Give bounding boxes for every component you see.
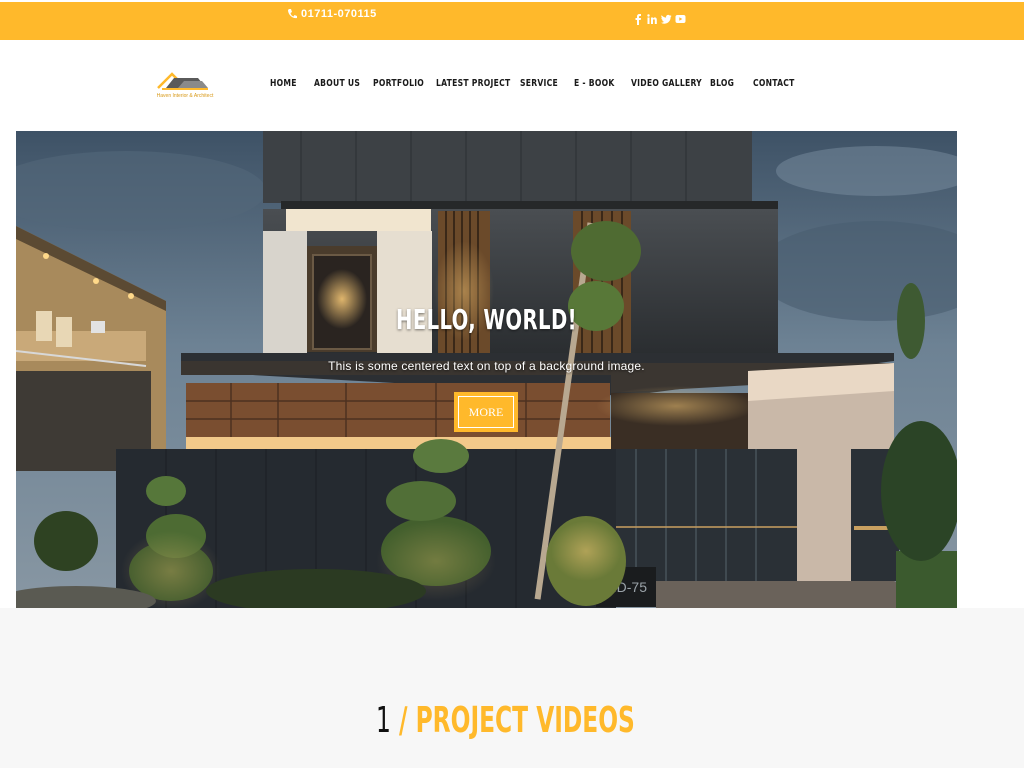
- top-strip: [0, 0, 1024, 2]
- linkedin-icon[interactable]: [647, 12, 657, 24]
- section-number: 1: [376, 700, 391, 741]
- facebook-icon[interactable]: [633, 12, 643, 25]
- nav-item-contact[interactable]: CONTACT: [753, 78, 804, 89]
- twitter-icon[interactable]: [661, 12, 672, 24]
- nav-item-home[interactable]: HOME: [270, 78, 307, 89]
- nav-item-portfolio[interactable]: PORTFOLIO: [373, 78, 427, 89]
- nav-item-video-gallery[interactable]: VIDEO GALLERY: [631, 78, 702, 89]
- section-heading: 1 / PROJECT VIDEOS: [376, 700, 635, 741]
- social-links: [633, 12, 686, 25]
- phone-number: 01711-070115: [301, 8, 377, 20]
- nav-item-latest-project[interactable]: LATEST PROJECT: [436, 78, 510, 89]
- hero-banner: MD-75 HELLO, WORLD! This is some centere…: [16, 131, 957, 608]
- hero-right-gap: [957, 131, 1024, 608]
- nav-item-blog[interactable]: BLOG: [710, 78, 747, 89]
- site-logo[interactable]: Haven Interior & Architect: [152, 68, 218, 100]
- nav-item-service[interactable]: SERVICE: [520, 78, 566, 89]
- section-title: / PROJECT VIDEOS: [398, 700, 635, 741]
- youtube-icon[interactable]: [675, 12, 686, 24]
- more-button[interactable]: MORE: [454, 392, 518, 432]
- project-videos-section: [0, 608, 1024, 768]
- phone-contact[interactable]: 01711-070115: [287, 8, 377, 20]
- top-bar: 01711-070115: [0, 0, 1024, 40]
- main-nav: HOME ABOUT US PORTFOLIO LATEST PROJECT S…: [270, 78, 813, 89]
- nav-item-ebook[interactable]: E - BOOK: [574, 78, 622, 89]
- nav-item-about-us[interactable]: ABOUT US: [314, 78, 364, 89]
- logo-text: Haven Interior & Architect: [157, 93, 214, 99]
- phone-icon: [288, 9, 297, 19]
- hero-title: HELLO, WORLD!: [395, 303, 578, 336]
- hero-subtitle: This is some centered text on top of a b…: [328, 359, 645, 373]
